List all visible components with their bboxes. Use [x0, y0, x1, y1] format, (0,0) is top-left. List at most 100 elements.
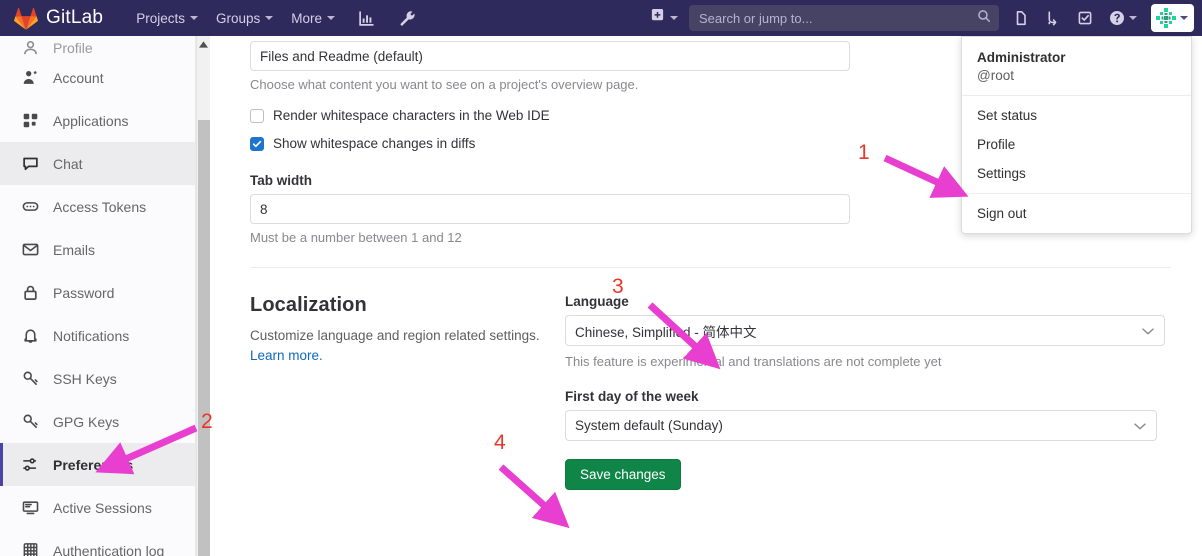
- user-dropdown-group-signout: Sign out: [962, 194, 1191, 233]
- search-box[interactable]: [689, 5, 999, 31]
- chevron-down-icon: [189, 16, 198, 20]
- merge-requests-icon[interactable]: [1037, 5, 1069, 31]
- key-icon: [21, 413, 39, 430]
- sidebar-item-account-label: Account: [53, 69, 104, 86]
- sidebar-item-active-sessions[interactable]: Active Sessions: [0, 486, 195, 529]
- sidebar-item-password-label: Password: [53, 284, 115, 301]
- localization-description: Customize language and region related se…: [250, 328, 540, 343]
- analytics-icon[interactable]: [350, 5, 383, 32]
- wrench-admin-icon[interactable]: [391, 5, 424, 32]
- sidebar-scrollbar[interactable]: [196, 36, 210, 556]
- chevron-down-icon: [1129, 16, 1137, 20]
- localization-description-col: Localization Customize language and regi…: [250, 294, 565, 490]
- annotation-number-3: 3: [612, 275, 624, 298]
- bell-icon: [21, 327, 39, 344]
- annotation-number-1: 1: [858, 141, 870, 164]
- profile-menu-item[interactable]: Profile: [962, 130, 1191, 159]
- sidebar-item-notifications[interactable]: Notifications: [0, 314, 195, 357]
- sidebar-item-ssh-keys[interactable]: SSH Keys: [0, 357, 195, 400]
- first-day-label: First day of the week: [565, 389, 699, 404]
- sidebar-item-password[interactable]: Password: [0, 271, 195, 314]
- preferences-icon: [21, 456, 39, 473]
- create-new-button[interactable]: [643, 3, 685, 33]
- show-whitespace-diffs-checkbox[interactable]: [250, 136, 264, 151]
- access-token-icon: [21, 198, 39, 215]
- localization-fields-col: Language Chinese, Simplified - 简体中文 This…: [565, 294, 1165, 490]
- annotation-number-4: 4: [494, 431, 506, 454]
- top-navbar: GitLab Projects Groups More: [0, 0, 1202, 36]
- set-status-menu-item[interactable]: Set status: [962, 101, 1191, 130]
- settings-sidebar: Profile Account Applications Chat Access…: [0, 36, 196, 556]
- help-icon[interactable]: [1101, 5, 1145, 31]
- gitlab-tanuki-icon: [14, 7, 38, 30]
- sidebar-item-gpg-keys[interactable]: GPG Keys: [0, 400, 195, 443]
- sidebar-item-emails-label: Emails: [53, 241, 96, 258]
- sidebar-item-chat-label: Chat: [53, 155, 83, 172]
- issues-icon[interactable]: [1005, 5, 1037, 31]
- tab-width-label: Tab width: [250, 173, 312, 188]
- user-handle: @root: [977, 68, 1014, 83]
- scrollbar-thumb[interactable]: [198, 120, 210, 556]
- homepage-content-value: Files and Readme (default): [260, 48, 423, 64]
- search-input[interactable]: [699, 10, 977, 26]
- plus-square-icon: [650, 8, 665, 28]
- language-select[interactable]: Chinese, Simplified - 简体中文: [565, 315, 1165, 346]
- nav-projects[interactable]: Projects: [127, 5, 207, 32]
- learn-more-link[interactable]: Learn more.: [250, 348, 323, 363]
- language-value: Chinese, Simplified - 简体中文: [575, 324, 757, 340]
- sidebar-item-gpg-keys-label: GPG Keys: [53, 413, 120, 430]
- avatar: [1155, 7, 1177, 29]
- sidebar-item-ssh-keys-label: SSH Keys: [53, 370, 117, 387]
- user-dropdown-group-primary: Set status Profile Settings: [962, 96, 1191, 194]
- first-day-select[interactable]: System default (Sunday): [565, 410, 1157, 441]
- save-changes-button[interactable]: Save changes: [565, 459, 681, 490]
- nav-more[interactable]: More: [282, 5, 344, 32]
- sidebar-item-applications[interactable]: Applications: [0, 99, 195, 142]
- nav-more-label: More: [291, 10, 323, 26]
- lock-icon: [21, 284, 39, 301]
- homepage-content-select[interactable]: Files and Readme (default): [250, 41, 850, 71]
- account-icon: [21, 69, 39, 86]
- sidebar-item-authentication-log[interactable]: Authentication log: [0, 529, 195, 556]
- sidebar-item-profile-partial[interactable]: Profile: [0, 36, 195, 56]
- tab-width-help: Must be a number between 1 and 12: [250, 230, 462, 245]
- chevron-down-icon: [1134, 418, 1146, 433]
- sidebar-item-authentication-log-label: Authentication log: [53, 542, 165, 556]
- key-icon: [21, 370, 39, 387]
- email-icon: [21, 241, 39, 258]
- user-avatar-menu-button[interactable]: [1151, 4, 1194, 32]
- sidebar-item-preferences[interactable]: Preferences: [0, 443, 195, 486]
- chevron-down-icon: [265, 16, 274, 20]
- todos-icon[interactable]: [1069, 5, 1101, 31]
- chevron-down-icon: [327, 16, 336, 20]
- user-dropdown-menu: Administrator @root Set status Profile S…: [961, 36, 1192, 234]
- gitlab-logo[interactable]: GitLab: [14, 7, 103, 30]
- sidebar-item-chat[interactable]: Chat: [0, 142, 195, 185]
- navbar-links: Projects Groups More: [127, 5, 424, 32]
- gitlab-preferences-page: GitLab Projects Groups More Search or ju…: [0, 0, 1202, 556]
- show-whitespace-diffs-label: Show whitespace changes in diffs: [273, 136, 476, 151]
- nav-projects-label: Projects: [136, 10, 185, 26]
- search-icon: [977, 9, 991, 28]
- scroll-up-arrow-icon[interactable]: [197, 36, 210, 52]
- nav-groups[interactable]: Groups: [207, 5, 282, 32]
- monitor-icon: [21, 499, 39, 516]
- log-icon: [21, 542, 39, 556]
- sidebar-item-active-sessions-label: Active Sessions: [53, 499, 152, 516]
- sidebar-item-access-tokens[interactable]: Access Tokens: [0, 185, 195, 228]
- language-help: This feature is experimental and transla…: [565, 354, 942, 369]
- sign-out-menu-item[interactable]: Sign out: [962, 199, 1191, 228]
- annotation-number-2: 2: [201, 410, 213, 433]
- user-display-name: Administrator: [977, 50, 1066, 65]
- render-whitespace-label: Render whitespace characters in the Web …: [273, 108, 550, 123]
- render-whitespace-checkbox[interactable]: [250, 108, 264, 123]
- first-day-value: System default (Sunday): [575, 418, 723, 433]
- tab-width-input[interactable]: 8: [250, 194, 850, 224]
- sidebar-item-account[interactable]: Account: [0, 56, 195, 99]
- section-divider: [250, 267, 1171, 268]
- sidebar-item-emails[interactable]: Emails: [0, 228, 195, 271]
- navbar-right: [643, 0, 1202, 36]
- sidebar-item-profile-label: Profile: [53, 40, 93, 56]
- settings-menu-item[interactable]: Settings: [962, 159, 1191, 188]
- chevron-down-icon: [1142, 323, 1154, 338]
